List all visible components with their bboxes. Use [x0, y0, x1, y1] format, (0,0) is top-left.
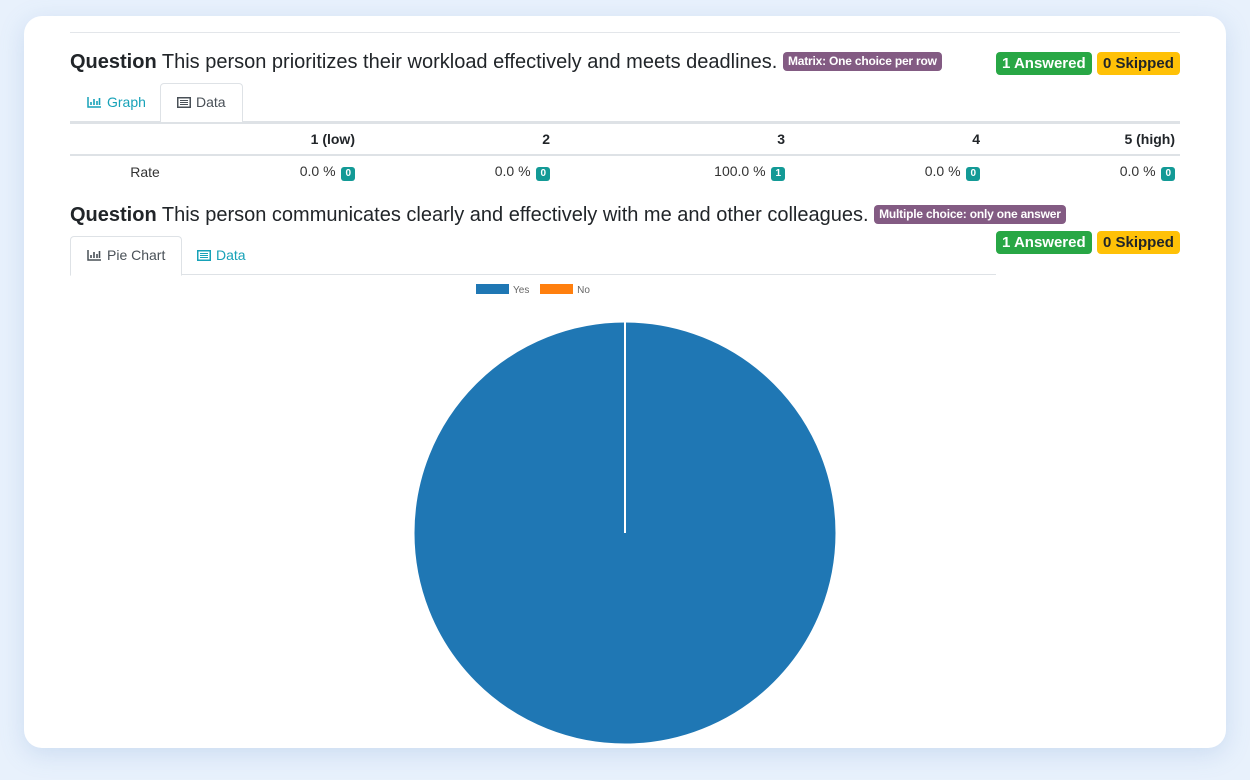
table-row: Rate 0.0 % 0 0.0 % 0 100.0 % 1 0.0 % 0 0…	[70, 155, 1180, 187]
table-list-icon	[197, 238, 211, 275]
question-1-answered-badge: 1 Answered	[996, 52, 1092, 75]
count-badge: 1	[771, 166, 785, 181]
tab-data-label: Data	[196, 94, 226, 110]
table-cell: 100.0 % 1	[555, 155, 790, 187]
bar-chart-icon	[87, 85, 102, 122]
question-1-skipped-badge: 0 Skipped	[1097, 52, 1180, 75]
tab-pie-chart[interactable]: Pie Chart	[70, 236, 183, 276]
question-2-type-badge: Multiple choice: only one answer	[874, 205, 1066, 224]
question-2-title: Question This person communicates clearl…	[70, 202, 1066, 228]
question-2-text: This person communicates clearly and eff…	[161, 204, 869, 226]
tab-data[interactable]: Data	[180, 236, 263, 275]
column-header: 2	[360, 122, 555, 156]
count-badge: 0	[341, 166, 355, 181]
tab-graph[interactable]: Graph	[70, 83, 163, 122]
percent-value: 0.0 %	[924, 162, 961, 179]
question-2-answered-badge: 1 Answered	[996, 231, 1092, 254]
percent-value: 0.0 %	[494, 162, 531, 179]
count-badge: 0	[1161, 166, 1175, 181]
tab-data-label: Data	[216, 247, 246, 263]
table-header-row: 1 (low) 2 3 4 5 (high)	[70, 122, 1180, 156]
question-1-title: Question This person prioritizes their w…	[70, 49, 942, 75]
pie-chart-svg	[413, 321, 837, 744]
column-header: 4	[790, 122, 985, 156]
column-header	[70, 122, 220, 156]
question-1-tabs: Graph Data	[70, 83, 1180, 123]
table-list-icon	[177, 85, 191, 122]
column-header: 3	[555, 122, 790, 156]
table-cell: 0.0 % 0	[220, 155, 360, 187]
percent-value: 100.0 %	[714, 162, 766, 179]
count-badge: 0	[536, 166, 550, 181]
question-2-tabs: Pie Chart Data	[70, 236, 996, 276]
percent-value: 0.0 %	[1119, 162, 1156, 179]
column-header: 1 (low)	[220, 122, 360, 156]
survey-results-card: Question This person prioritizes their w…	[24, 16, 1226, 748]
matrix-results-table: 1 (low) 2 3 4 5 (high) Rate 0.0 % 0 0.0 …	[70, 122, 1180, 187]
count-badge: 0	[966, 166, 980, 181]
table-cell: 0.0 % 0	[790, 155, 985, 187]
percent-value: 0.0 %	[299, 162, 336, 179]
pie-chart: Yes No	[70, 274, 996, 744]
question-1-label: Question	[70, 51, 157, 73]
table-cell: 0.0 % 0	[985, 155, 1180, 187]
tab-data[interactable]: Data	[160, 83, 243, 123]
column-header: 5 (high)	[985, 122, 1180, 156]
question-1-type-badge: Matrix: One choice per row	[782, 52, 942, 71]
row-label: Rate	[130, 163, 160, 180]
table-cell: 0.0 % 0	[360, 155, 555, 187]
question-2-skipped-badge: 0 Skipped	[1097, 231, 1180, 254]
tab-graph-label: Graph	[107, 94, 146, 110]
question-1-text: This person prioritizes their workload e…	[161, 51, 778, 73]
bar-chart-icon	[87, 238, 102, 275]
question-2-label: Question	[70, 204, 157, 226]
tab-pie-chart-label: Pie Chart	[107, 247, 166, 263]
divider	[70, 32, 1180, 33]
